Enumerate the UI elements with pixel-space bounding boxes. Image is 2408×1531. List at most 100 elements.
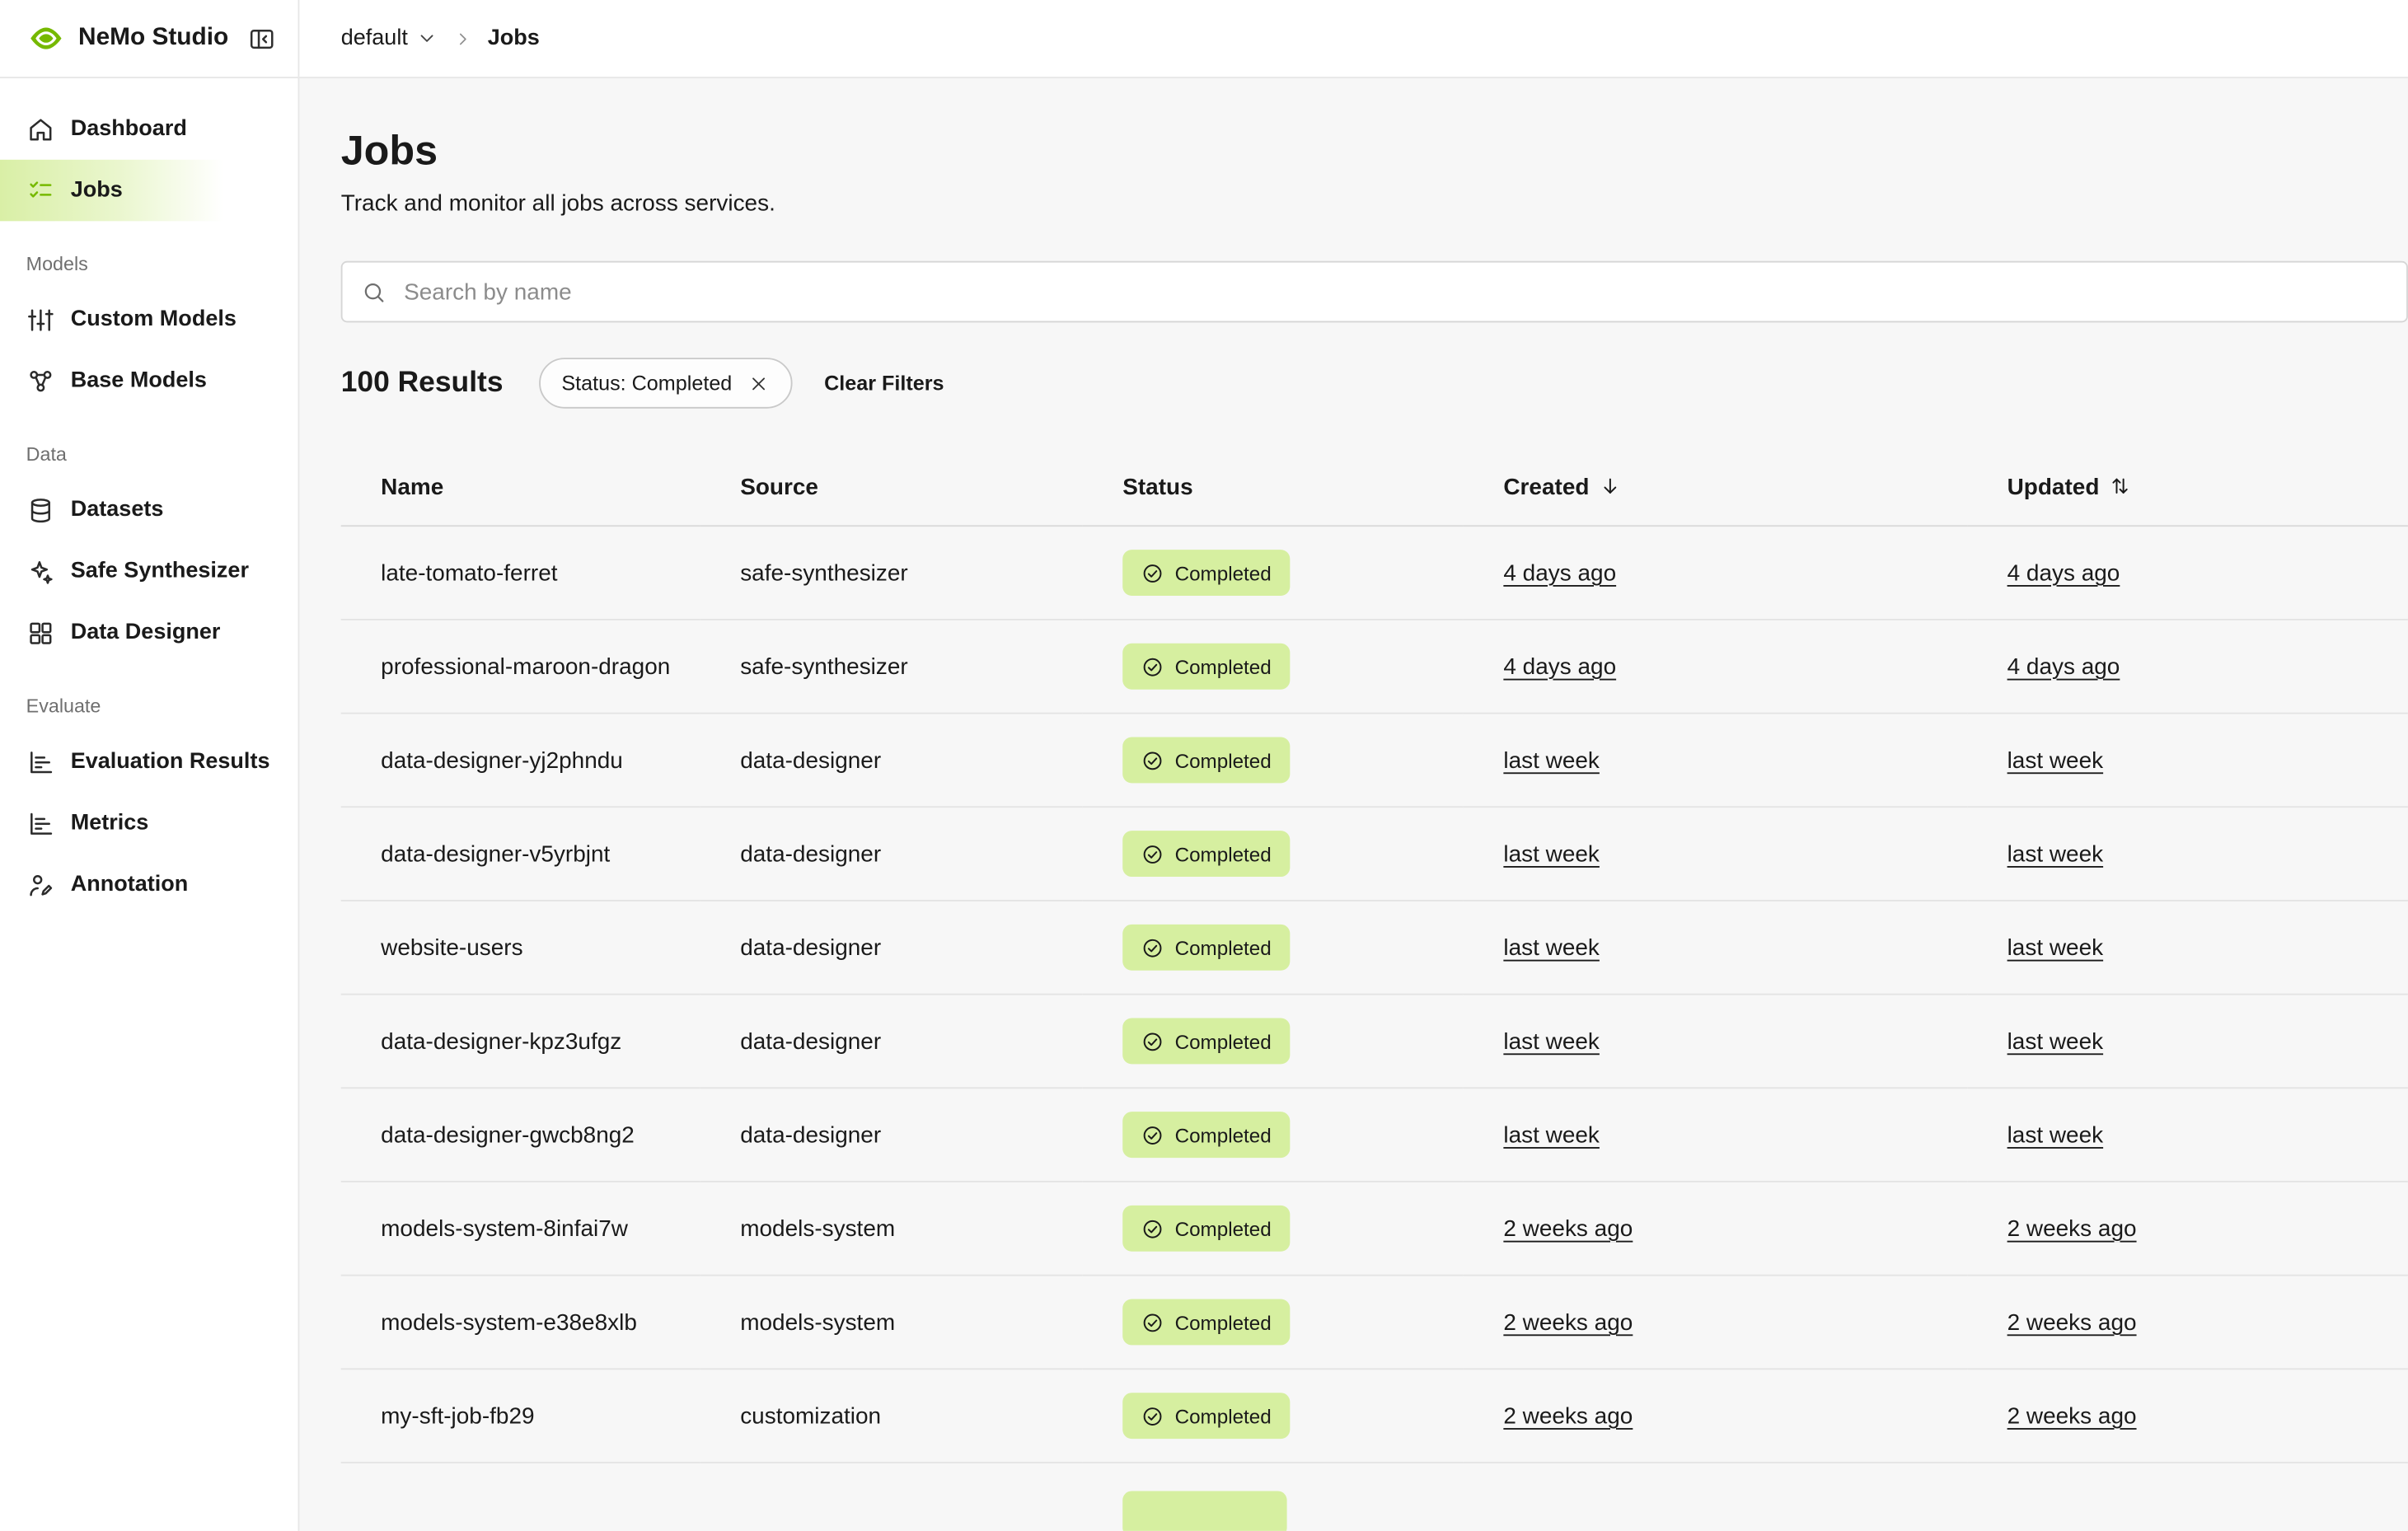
table-row[interactable]: professional-maroon-dragonsafe-synthesiz… [341,620,2408,714]
sort-icon [2109,475,2132,498]
sidebar-item-data-designer[interactable]: Data Designer [0,602,298,663]
table-row[interactable]: my-sft-job-fb29customizationCompleted2 w… [341,1369,2408,1463]
table-row[interactable]: data-designer-gwcb8ng2data-designerCompl… [341,1088,2408,1182]
created-time: 4 days ago [1503,653,1616,680]
page-subtitle: Track and monitor all jobs across servic… [341,190,2408,217]
clear-filters-button[interactable]: Clear Filters [824,372,944,395]
breadcrumb-current-page: Jobs [488,26,540,51]
status-label: Completed [1175,1404,1272,1427]
checklist-icon [26,176,55,204]
updated-time: last week [2007,1121,2104,1148]
sidebar-item-label: Data Designer [71,620,221,645]
close-icon[interactable] [747,372,769,394]
status-badge: Completed [1122,1018,1290,1065]
status-filter-chip: Status: Completed [538,358,792,408]
job-name: professional-maroon-dragon [341,620,700,714]
job-source: data-designer [700,714,1083,808]
status-badge: Completed [1122,831,1290,877]
job-name: late-tomato-ferret [341,526,700,620]
arrow-down-icon [1599,475,1622,498]
sidebar-item-label: Base Models [71,368,207,393]
created-time: last week [1503,1028,1600,1055]
app-viewport: NeMo Studio default Jobs DashboardJobsMo… [0,0,2408,1531]
column-header-source[interactable]: Source [700,450,1083,526]
status-badge: Completed [1122,1206,1290,1252]
jobs-table: Name Source Status Created Updated late-toma… [341,450,2408,1531]
sidebar-item-dashboard[interactable]: Dashboard [0,98,298,160]
table-row-partial [341,1463,2408,1531]
column-header-status[interactable]: Status [1083,450,1464,526]
table-row[interactable]: data-designer-v5yrbjntdata-designerCompl… [341,807,2408,901]
status-filter-label: Status: Completed [561,372,732,395]
updated-time: last week [2007,934,2104,961]
sidebar-item-custom-models[interactable]: Custom Models [0,288,298,350]
sidebar-item-annotation[interactable]: Annotation [0,854,298,915]
column-label: Updated [2007,475,2100,501]
updated-time: 4 days ago [2007,559,2120,586]
table-row[interactable]: data-designer-kpz3ufgzdata-designer Compl… [341,995,2408,1089]
sidebar-collapse-button[interactable] [247,24,276,53]
sidebar-item-label: Annotation [71,872,189,897]
check-circle-icon [1141,1404,1164,1427]
table-row[interactable]: data-designer-yj2phndudata-designer Compl… [341,714,2408,808]
column-label: Name [381,475,443,501]
page-title: Jobs [341,128,2408,176]
check-circle-icon [1141,749,1164,772]
sparkles-icon [26,557,55,586]
chart-icon [26,808,55,837]
sidebar-item-evaluation-results[interactable]: Evaluation Results [0,731,298,793]
column-header-updated[interactable]: Updated [1967,450,2408,526]
home-icon [26,115,55,143]
breadcrumb-project-selector[interactable]: default [341,26,438,51]
table-row[interactable]: late-tomato-ferretsafe-synthesizerComple… [341,526,2408,620]
job-source: safe-synthesizer [700,526,1083,620]
sidebar-item-label: Evaluation Results [71,749,270,774]
job-name: data-designer-kpz3ufgz [341,995,700,1089]
status-label: Completed [1175,1217,1272,1240]
results-count: 100 Results [341,367,504,400]
search-input[interactable] [401,277,2387,306]
table-row[interactable]: models-system-e38e8xlbmodels-systemCompl… [341,1276,2408,1369]
sidebar-item-safe-synthesizer[interactable]: Safe Synthesizer [0,541,298,602]
status-badge: Completed [1122,1299,1290,1346]
column-header-created[interactable]: Created [1464,450,1967,526]
sidebar-item-datasets[interactable]: Datasets [0,479,298,541]
sidebar-item-base-models[interactable]: Base Models [0,350,298,412]
sidebar-item-label: Dashboard [71,117,187,142]
job-name: data-designer-yj2phndu [341,714,700,808]
sliders-icon [26,305,55,334]
sidebar-section-label: Data [0,411,298,479]
sidebar-item-metrics[interactable]: Metrics [0,793,298,854]
job-source: models-system [700,1276,1083,1369]
status-label: Completed [1175,936,1272,959]
check-circle-icon [1141,1030,1164,1053]
chevron-down-icon [415,28,437,49]
layout-icon [26,618,55,647]
chart-icon [26,747,55,776]
job-source: data-designer [700,1088,1083,1182]
job-source: safe-synthesizer [700,620,1083,714]
updated-time: last week [2007,747,2104,774]
sidebar-item-label: Custom Models [71,307,237,332]
status-badge: Completed [1122,737,1290,784]
updated-time: 4 days ago [2007,653,2120,680]
results-bar: 100 Results Status: Completed Clear Filt… [341,358,2408,408]
sidebar-item-jobs[interactable]: Jobs [0,160,298,222]
column-label: Status [1122,475,1192,501]
created-time: last week [1503,840,1600,867]
table-row[interactable]: website-usersdata-designerCompletedlast … [341,901,2408,995]
job-name: my-sft-job-fb29 [341,1369,700,1463]
status-badge: Completed [1122,644,1290,690]
status-label: Completed [1175,749,1272,772]
created-time: last week [1503,934,1600,961]
created-time: 2 weeks ago [1503,1402,1633,1429]
database-icon [26,495,55,524]
column-header-name[interactable]: Name [341,450,700,526]
collapse-panel-icon [247,24,276,53]
top-bar: NeMo Studio default Jobs [0,0,2408,78]
nodes-icon [26,366,55,395]
table-row[interactable]: models-system-8infai7wmodels-systemCompl… [341,1182,2408,1276]
status-label: Completed [1175,1311,1272,1334]
job-source: data-designer [700,995,1083,1089]
sidebar-item-label: Jobs [71,178,123,203]
